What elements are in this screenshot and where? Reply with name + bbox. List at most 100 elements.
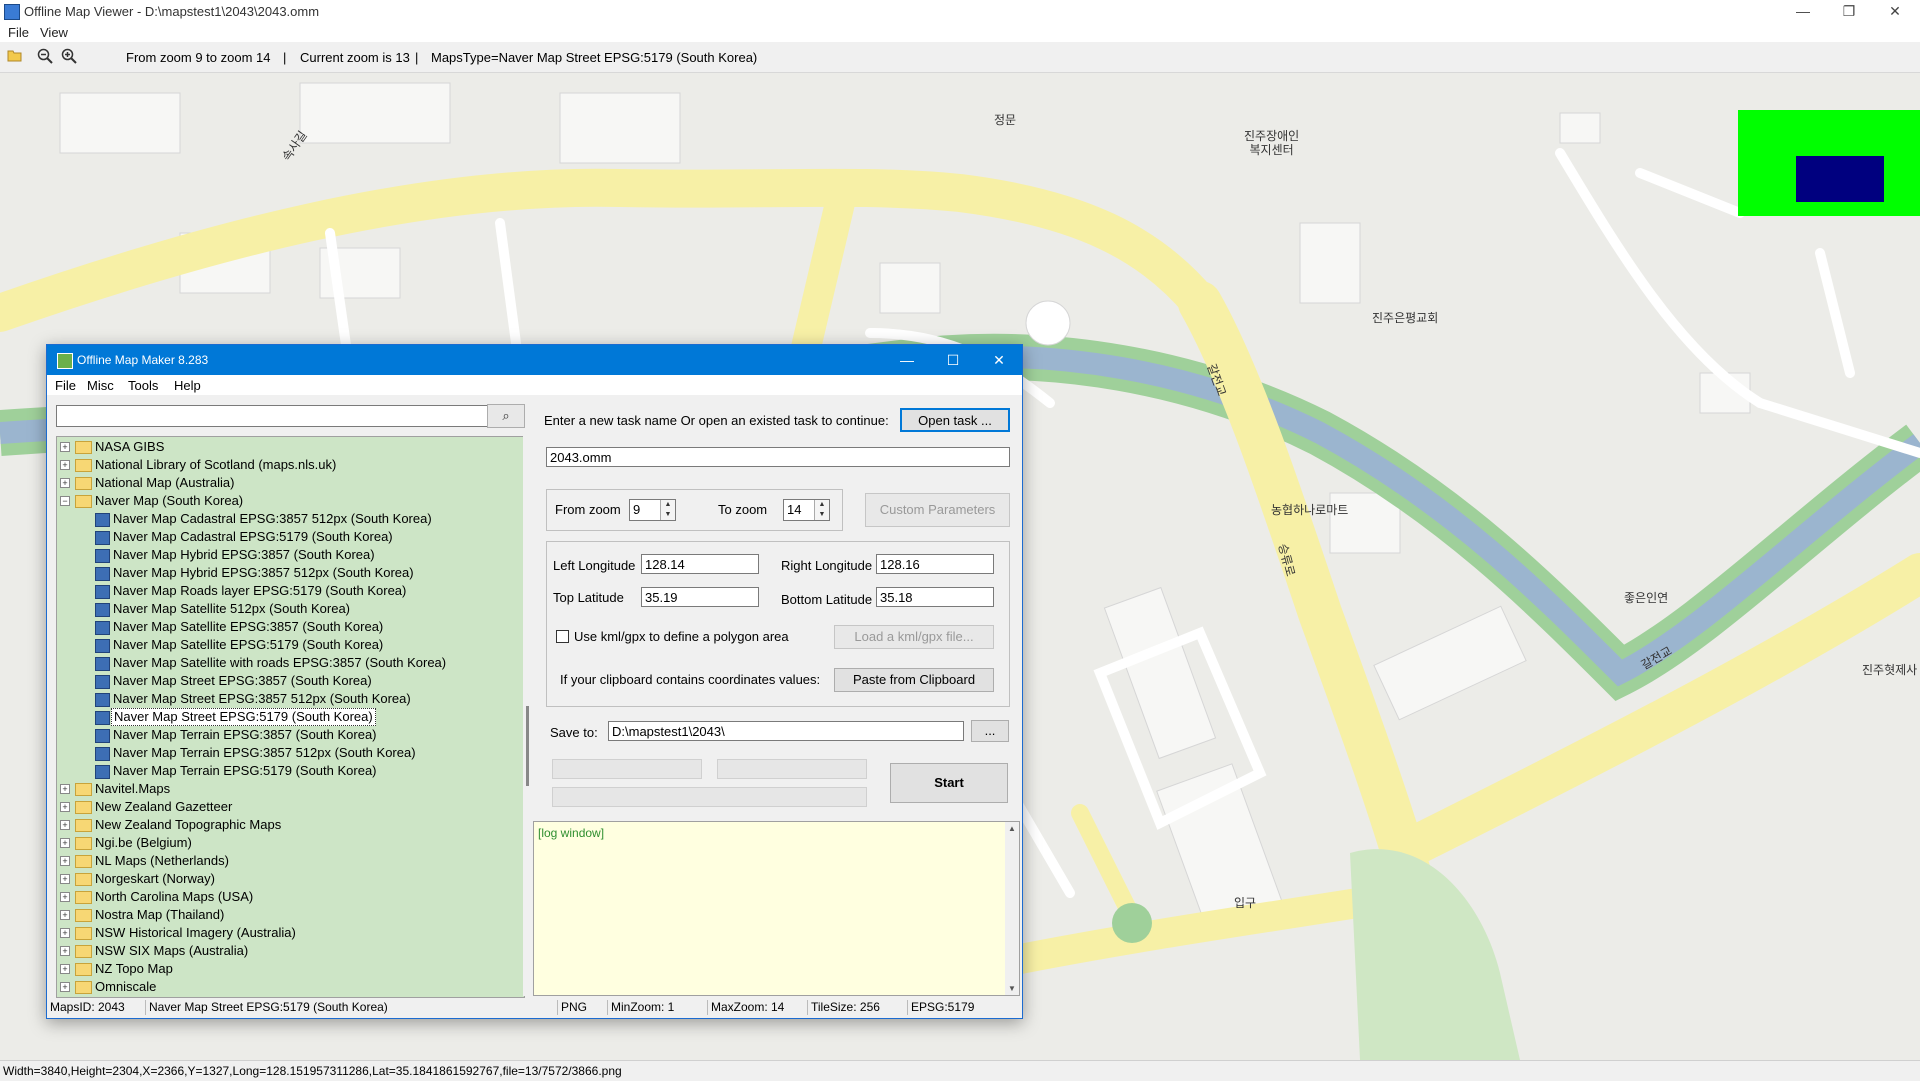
tree-item[interactable]: + NL Maps (Netherlands) xyxy=(57,852,517,870)
tree-item[interactable]: + NSW Historical Imagery (Australia) xyxy=(57,924,517,942)
expand-icon[interactable]: + xyxy=(60,946,70,956)
tree-item[interactable]: Naver Map Hybrid EPSG:3857 (South Korea) xyxy=(57,546,517,564)
log-scrollbar[interactable]: ▲ ▼ xyxy=(1005,822,1019,995)
expand-icon[interactable]: + xyxy=(60,478,70,488)
tree-item-label: Nostra Map (Thailand) xyxy=(95,907,225,922)
folder-icon xyxy=(75,819,92,832)
expand-icon[interactable]: + xyxy=(60,874,70,884)
tree-item[interactable]: + New Zealand Topographic Maps xyxy=(57,816,517,834)
tree-item[interactable]: Naver Map Cadastral EPSG:3857 512px (Sou… xyxy=(57,510,517,528)
search-button[interactable]: ⌕ xyxy=(487,404,525,428)
top-latitude-input[interactable]: 35.19 xyxy=(641,587,759,607)
map-search-input[interactable] xyxy=(56,405,488,427)
expand-icon[interactable]: + xyxy=(60,838,70,848)
close-button[interactable]: ✕ xyxy=(1872,0,1918,22)
tree-item[interactable]: + National Library of Scotland (maps.nls.… xyxy=(57,456,517,474)
custom-parameters-button[interactable]: Custom Parameters xyxy=(865,493,1010,527)
start-button[interactable]: Start xyxy=(890,763,1008,803)
dialog-close-button[interactable]: ✕ xyxy=(976,345,1022,375)
dialog-minimize-button[interactable]: — xyxy=(884,345,930,375)
tree-item[interactable]: Naver Map Satellite EPSG:3857 (South Kor… xyxy=(57,618,517,636)
tree-item[interactable]: Naver Map Terrain EPSG:3857 (South Korea… xyxy=(57,726,517,744)
bottom-latitude-input[interactable]: 35.18 xyxy=(876,587,994,607)
overview-minimap[interactable] xyxy=(1738,110,1920,216)
tree-item-label: National Library of Scotland (maps.nls.u… xyxy=(95,457,337,472)
dialog-menu-tools[interactable]: Tools xyxy=(128,378,158,393)
scroll-up-icon[interactable]: ▲ xyxy=(1005,824,1019,833)
browse-button[interactable]: ... xyxy=(971,720,1009,742)
expand-icon[interactable]: + xyxy=(60,964,70,974)
tree-item[interactable]: + NASA GIBS xyxy=(57,438,517,456)
tree-item[interactable]: + NZ Topo Map xyxy=(57,960,517,978)
tree-item[interactable]: + National Map (Australia) xyxy=(57,474,517,492)
tree-item[interactable]: + New Zealand Gazetteer xyxy=(57,798,517,816)
restore-button[interactable]: ❐ xyxy=(1826,0,1872,22)
tree-scrollbar[interactable] xyxy=(523,436,533,996)
expand-icon[interactable]: + xyxy=(60,802,70,812)
tree-item[interactable]: Naver Map Cadastral EPSG:5179 (South Kor… xyxy=(57,528,517,546)
tree-item[interactable]: Naver Map Street EPSG:5179 (South Korea) xyxy=(57,708,517,726)
tree-item[interactable]: Naver Map Hybrid EPSG:3857 512px (South … xyxy=(57,564,517,582)
menu-view[interactable]: View xyxy=(40,25,68,40)
expand-icon[interactable]: + xyxy=(60,982,70,992)
open-task-button[interactable]: Open task ... xyxy=(900,408,1010,432)
dialog-menu-help[interactable]: Help xyxy=(174,378,201,393)
dialog-title-bar[interactable]: Offline Map Maker 8.283 — ☐ ✕ xyxy=(47,345,1022,375)
dialog-maximize-button[interactable]: ☐ xyxy=(930,345,976,375)
dialog-menu-file[interactable]: File xyxy=(55,378,76,393)
tree-item[interactable]: Naver Map Street EPSG:3857 512px (South … xyxy=(57,690,517,708)
kml-checkbox[interactable] xyxy=(556,630,569,643)
minimize-button[interactable]: — xyxy=(1780,0,1826,22)
spin-down-icon[interactable]: ▼ xyxy=(660,510,675,520)
map-type-tree[interactable]: + NASA GIBS + National Library of Scotland … xyxy=(56,436,525,998)
expand-icon[interactable]: + xyxy=(60,910,70,920)
collapse-icon[interactable]: − xyxy=(60,496,70,506)
from-zoom-spinner[interactable]: 9 ▲ ▼ xyxy=(629,499,676,521)
task-name-input[interactable]: 2043.omm xyxy=(546,447,1010,467)
tree-item[interactable]: + Norgeskart (Norway) xyxy=(57,870,517,888)
log-window[interactable]: [log window] ▲ ▼ xyxy=(533,821,1020,996)
tree-item[interactable]: + Ngi.be (Belgium) xyxy=(57,834,517,852)
expand-icon[interactable]: + xyxy=(60,784,70,794)
expand-icon[interactable]: + xyxy=(60,856,70,866)
tree-item[interactable]: + North Carolina Maps (USA) xyxy=(57,888,517,906)
log-text: [log window] xyxy=(538,826,605,840)
expand-icon[interactable]: + xyxy=(60,442,70,452)
spin-up-icon[interactable]: ▲ xyxy=(660,500,675,510)
tree-item[interactable]: − Naver Map (South Korea) xyxy=(57,492,517,510)
scroll-down-icon[interactable]: ▼ xyxy=(1005,984,1019,993)
expand-icon[interactable]: + xyxy=(60,892,70,902)
tree-item[interactable]: Naver Map Satellite 512px (South Korea) xyxy=(57,600,517,618)
tree-item[interactable]: Naver Map Satellite EPSG:5179 (South Kor… xyxy=(57,636,517,654)
tree-item[interactable]: Naver Map Satellite with roads EPSG:3857… xyxy=(57,654,517,672)
tree-item[interactable]: + Omniscale xyxy=(57,978,517,996)
tree-item-label: NSW SIX Maps (Australia) xyxy=(95,943,249,958)
right-longitude-input[interactable]: 128.16 xyxy=(876,554,994,574)
left-longitude-input[interactable]: 128.14 xyxy=(641,554,759,574)
tree-item[interactable]: Naver Map Terrain EPSG:5179 (South Korea… xyxy=(57,762,517,780)
paste-from-clipboard-button[interactable]: Paste from Clipboard xyxy=(834,668,994,692)
overview-viewport[interactable] xyxy=(1796,156,1884,202)
load-kml-button[interactable]: Load a kml/gpx file... xyxy=(834,625,994,649)
save-path-input[interactable]: D:\mapstest1\2043\ xyxy=(608,721,964,741)
expand-icon[interactable]: + xyxy=(60,928,70,938)
tree-item[interactable]: Naver Map Terrain EPSG:3857 512px (South… xyxy=(57,744,517,762)
folder-open-icon[interactable] xyxy=(6,48,24,66)
scrollbar-thumb[interactable] xyxy=(526,706,529,786)
spin-up-icon[interactable]: ▲ xyxy=(814,500,829,510)
tree-item[interactable]: Naver Map Roads layer EPSG:5179 (South K… xyxy=(57,582,517,600)
expand-icon[interactable]: + xyxy=(60,820,70,830)
tree-item[interactable]: + Nostra Map (Thailand) xyxy=(57,906,517,924)
tree-item[interactable]: + Navitel.Maps xyxy=(57,780,517,798)
dialog-menu-misc[interactable]: Misc xyxy=(87,378,114,393)
zoom-out-icon[interactable] xyxy=(36,48,54,66)
tree-item[interactable]: Naver Map Street EPSG:3857 (South Korea) xyxy=(57,672,517,690)
top-latitude-label: Top Latitude xyxy=(553,590,624,605)
menu-file[interactable]: File xyxy=(8,25,29,40)
to-zoom-spinner[interactable]: 14 ▲ ▼ xyxy=(783,499,830,521)
tree-item[interactable]: + NSW SIX Maps (Australia) xyxy=(57,942,517,960)
map-layer-icon xyxy=(95,567,110,581)
spin-down-icon[interactable]: ▼ xyxy=(814,510,829,520)
expand-icon[interactable]: + xyxy=(60,460,70,470)
zoom-in-icon[interactable] xyxy=(60,48,78,66)
